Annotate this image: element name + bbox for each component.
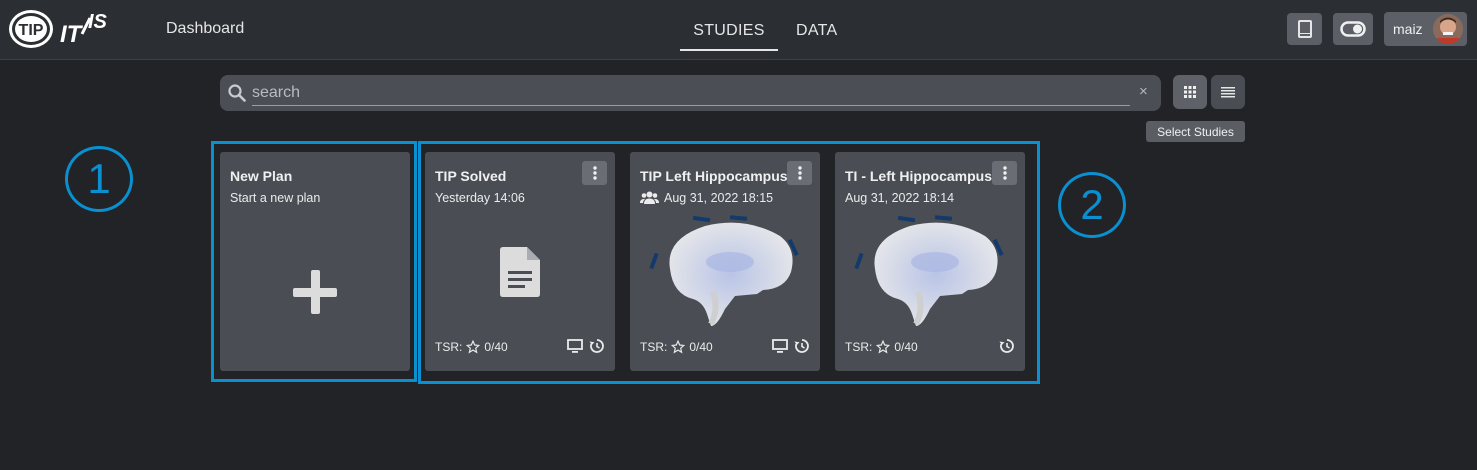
grid-view-button[interactable] <box>1173 75 1207 109</box>
top-bar: TIP IT IS Dashboard STUDIES DATA maiz <box>0 0 1477 60</box>
svg-text:IS: IS <box>88 11 108 33</box>
list-icon <box>1221 86 1235 97</box>
tab-active-indicator <box>680 49 778 51</box>
tab-data[interactable]: DATA <box>796 22 838 40</box>
search-icon <box>228 84 246 102</box>
callout-1: 1 <box>65 146 133 212</box>
clear-search-icon[interactable]: × <box>1139 83 1153 100</box>
callout-2: 2 <box>1058 172 1126 238</box>
grid-icon <box>1184 86 1196 98</box>
theme-toggle-button[interactable] <box>1333 13 1373 45</box>
user-menu-button[interactable]: maiz <box>1384 12 1467 46</box>
toggle-icon <box>1340 21 1366 37</box>
user-name: maiz <box>1393 21 1423 37</box>
dashboard-link[interactable]: Dashboard <box>166 20 244 38</box>
search-bar: × <box>220 75 1161 111</box>
list-view-button[interactable] <box>1211 75 1245 109</box>
book-icon <box>1297 20 1312 38</box>
avatar <box>1433 14 1463 44</box>
search-input[interactable] <box>252 81 1130 106</box>
tab-studies[interactable]: STUDIES <box>680 22 778 40</box>
svg-text:TIP: TIP <box>19 22 44 39</box>
highlight-box-2 <box>418 141 1040 384</box>
select-studies-tooltip: Select Studies <box>1146 121 1245 142</box>
guides-button[interactable] <box>1287 13 1322 45</box>
tip-itis-logo[interactable]: TIP IT IS <box>8 8 123 50</box>
svg-text:IT: IT <box>60 21 84 48</box>
highlight-box-1 <box>211 141 417 382</box>
